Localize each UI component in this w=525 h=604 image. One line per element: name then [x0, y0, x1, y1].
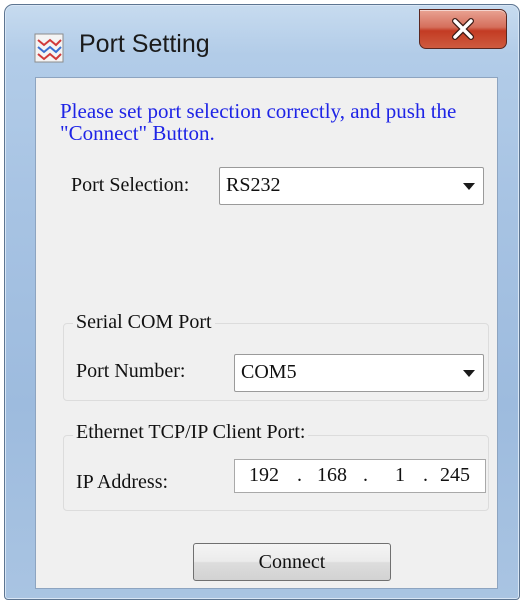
port-selection-label: Port Selection:	[71, 174, 190, 196]
port-number-label: Port Number:	[76, 360, 186, 382]
ip-octet-2[interactable]: 168	[317, 464, 347, 487]
close-icon	[452, 18, 474, 40]
port-number-value: COM5	[241, 361, 297, 383]
chevron-down-icon	[463, 370, 475, 377]
serial-com-port-title: Serial COM Port	[73, 311, 215, 334]
instructions-text: Please set port selection correctly, and…	[60, 99, 457, 145]
port-selection-value: RS232	[226, 174, 281, 196]
window-title: Port Setting	[79, 30, 210, 58]
close-button[interactable]	[419, 9, 507, 49]
ethernet-tcp-ip-title: Ethernet TCP/IP Client Port:	[73, 421, 309, 444]
ip-octet-4[interactable]: 245	[440, 464, 470, 487]
chevron-down-icon	[463, 183, 475, 190]
ip-octet-1[interactable]: 192	[249, 464, 279, 487]
port-selection-dropdown[interactable]: RS232	[219, 167, 484, 205]
ip-separator: .	[423, 464, 428, 486]
connect-button[interactable]: Connect	[193, 543, 391, 581]
port-number-dropdown[interactable]: COM5	[234, 354, 484, 392]
ip-separator: .	[297, 464, 302, 486]
ip-address-label: IP Address:	[76, 471, 169, 493]
ip-octet-3[interactable]: 1	[395, 464, 405, 487]
port-setting-window: Port Setting Please set port selection c…	[4, 4, 520, 600]
dialog-content: Please set port selection correctly, and…	[35, 77, 498, 589]
app-icon	[34, 33, 64, 63]
ip-separator: .	[363, 464, 368, 486]
title-bar[interactable]: Port Setting	[5, 5, 519, 79]
ip-address-field[interactable]: 192 . 168 . 1 . 245	[234, 459, 486, 493]
